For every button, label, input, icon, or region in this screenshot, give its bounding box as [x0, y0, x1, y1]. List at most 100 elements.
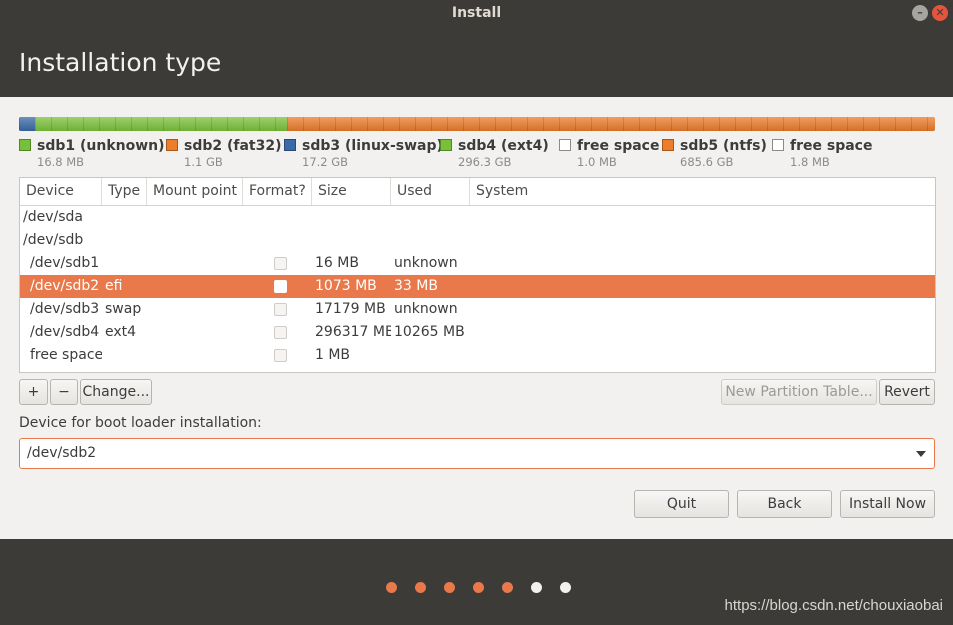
legend-label: sdb3 (linux-swap) [302, 138, 443, 154]
format-cell [243, 275, 312, 298]
table-row[interactable]: /dev/sdb3 swap 17179 MB unknown [20, 298, 935, 321]
table-row[interactable]: /dev/sdb1 16 MB unknown [20, 252, 935, 275]
back-button[interactable]: Back [737, 490, 832, 518]
cell-mount [147, 206, 243, 229]
cell-type [102, 229, 147, 252]
page-header: Installation type [0, 27, 953, 97]
cell-used [391, 229, 470, 252]
table-body: /dev/sda/dev/sdb/dev/sdb1 16 MB unknown/de… [20, 206, 935, 367]
table-header: Device Type Mount point Format? Size Used Syst… [20, 178, 935, 206]
cell-size [312, 229, 391, 252]
legend-item: sdb4 (ext4) 296.3 GB [440, 138, 549, 169]
cell-type [102, 252, 147, 275]
add-partition-button[interactable]: + [19, 379, 48, 405]
cell-type [102, 344, 147, 367]
table-row[interactable]: /dev/sda [20, 206, 935, 229]
cell-system [470, 275, 935, 298]
format-checkbox[interactable] [274, 257, 287, 270]
cell-used: 33 MB [394, 278, 438, 294]
window-titlebar: Install – ✕ [0, 0, 953, 27]
new-partition-table-button[interactable]: New Partition Table... [721, 379, 877, 405]
main-content: sdb1 (unknown) 16.8 MB sdb2 (fat32) 1.1 GB s… [0, 97, 953, 539]
legend-label: sdb4 (ext4) [458, 138, 549, 154]
legend-swatch [440, 139, 452, 151]
legend-item: sdb1 (unknown) 16.8 MB [19, 138, 165, 169]
column-header[interactable]: Format? [243, 178, 312, 205]
format-checkbox[interactable] [274, 349, 287, 362]
legend-item: sdb2 (fat32) 1.1 GB [166, 138, 282, 169]
cell-mount [147, 321, 243, 344]
legend-label: sdb1 (unknown) [37, 138, 165, 154]
legend-label: free space [790, 138, 873, 154]
cell-device: /dev/sdb2 [30, 278, 100, 294]
install-now-button[interactable]: Install Now [840, 490, 935, 518]
cell-device: /dev/sda [23, 209, 83, 225]
legend-swatch [284, 139, 296, 151]
format-cell [243, 321, 312, 344]
quit-button[interactable]: Quit [634, 490, 729, 518]
legend-item: sdb3 (linux-swap) 17.2 GB [284, 138, 443, 169]
cell-type: swap [105, 301, 142, 317]
column-header[interactable]: Mount point [147, 178, 243, 205]
legend-swatch [662, 139, 674, 151]
cell-used: unknown [394, 301, 458, 317]
watermark: https://blog.csdn.net/chouxiaobai [724, 597, 943, 614]
table-row[interactable]: free space 1 MB [20, 344, 935, 367]
page-title: Installation type [19, 48, 222, 77]
table-row[interactable]: /dev/sdb2 efi 1073 MB 33 MB [20, 275, 935, 298]
format-cell [243, 252, 312, 275]
partition-table[interactable]: Device Type Mount point Format? Size Used Syst… [19, 177, 936, 373]
format-checkbox[interactable] [274, 326, 287, 339]
cell-mount [147, 344, 243, 367]
progress-dot-done [502, 582, 513, 593]
footer: https://blog.csdn.net/chouxiaobai [0, 539, 953, 625]
column-header[interactable]: Used [391, 178, 470, 205]
legend-swatch [772, 139, 784, 151]
legend-item: free space 1.0 MB [559, 138, 659, 169]
legend-label: sdb2 (fat32) [184, 138, 282, 154]
legend-size: 1.8 MB [790, 155, 830, 169]
cell-used [391, 344, 470, 367]
column-header[interactable]: Type [102, 178, 147, 205]
legend-item: sdb5 (ntfs) 685.6 GB [662, 138, 767, 169]
cell-size: 16 MB [315, 255, 359, 271]
table-row[interactable]: /dev/sdb [20, 229, 935, 252]
close-icon[interactable]: ✕ [932, 5, 948, 21]
cell-system [470, 252, 935, 275]
legend-size: 296.3 GB [458, 155, 512, 169]
legend-swatch [559, 139, 571, 151]
cell-mount [147, 229, 243, 252]
cell-used [391, 206, 470, 229]
cell-size [312, 206, 391, 229]
change-partition-button[interactable]: Change... [80, 379, 152, 405]
legend-size: 1.0 MB [577, 155, 617, 169]
bootloader-device-value: /dev/sdb2 [27, 445, 97, 461]
legend-size: 685.6 GB [680, 155, 734, 169]
cell-size: 296317 MB [315, 324, 391, 340]
legend-item: free space 1.8 MB [772, 138, 872, 169]
table-row[interactable]: /dev/sdb4 ext4 296317 MB 10265 MB [20, 321, 935, 344]
legend-label: free space [577, 138, 660, 154]
format-checkbox[interactable] [274, 280, 287, 293]
column-header[interactable]: Device [20, 178, 102, 205]
cell-size: 1073 MB [315, 278, 377, 294]
cell-device: free space [30, 347, 102, 363]
format-cell [243, 229, 312, 252]
column-header[interactable]: System [470, 178, 935, 205]
cell-system [470, 344, 935, 367]
format-cell [243, 206, 312, 229]
format-checkbox[interactable] [274, 303, 287, 316]
cell-mount [147, 298, 243, 321]
cell-device: /dev/sdb [23, 232, 84, 248]
bootloader-device-select[interactable]: /dev/sdb2 [19, 438, 935, 469]
revert-button[interactable]: Revert [879, 379, 935, 405]
cell-used: unknown [394, 255, 458, 271]
minimize-icon[interactable]: – [912, 5, 928, 21]
cell-system [470, 298, 935, 321]
progress-dots [386, 582, 571, 593]
partition-bar-segment [35, 117, 288, 131]
legend-size: 1.1 GB [184, 155, 223, 169]
column-header[interactable]: Size [312, 178, 391, 205]
partition-bar-segment [19, 117, 36, 131]
remove-partition-button[interactable]: − [50, 379, 78, 405]
